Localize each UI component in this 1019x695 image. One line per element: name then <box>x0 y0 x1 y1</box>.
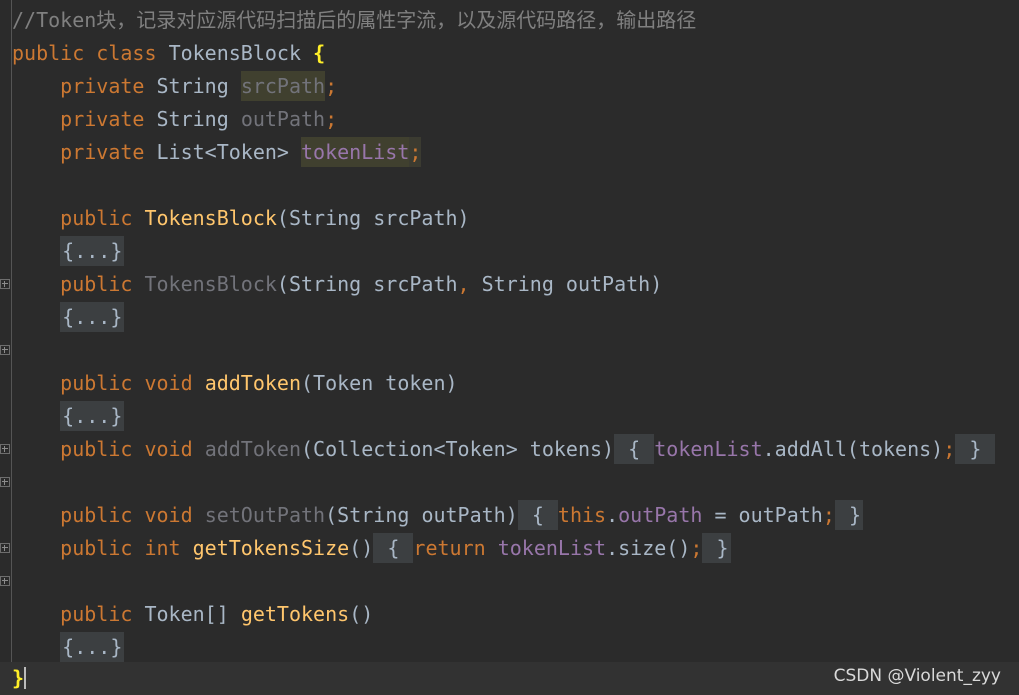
method-call: .addAll(tokens) <box>762 437 944 461</box>
keyword: private <box>60 74 145 98</box>
keyword: public <box>12 41 85 65</box>
field-name: srcPath <box>240 71 326 101</box>
method-name: getTokensSize <box>192 536 350 560</box>
code-line[interactable]: {...} <box>0 301 1019 355</box>
code-line[interactable]: public int getTokensSize() { return toke… <box>0 532 1019 586</box>
close-brace: } <box>969 437 982 461</box>
method-name: getTokens <box>240 602 350 626</box>
code-line[interactable]: public TokensBlock(String srcPath, Strin… <box>0 268 1019 301</box>
type-name: String <box>156 107 229 131</box>
field-name: tokenList <box>301 137 410 167</box>
keyword: void <box>144 437 193 461</box>
method-name: TokensBlock <box>144 206 277 230</box>
keyword: class <box>96 41 157 65</box>
code-editor[interactable]: //Token块，记录对应源代码扫描后的属性字流，以及源代码路径，输出路径 pu… <box>0 0 1019 695</box>
code-line[interactable]: private String outPath; <box>0 103 1019 136</box>
open-brace: { <box>531 503 544 527</box>
code-line[interactable]: {...} <box>0 235 1019 289</box>
type-name: String <box>156 74 229 98</box>
code-line[interactable]: private String srcPath; <box>0 70 1019 103</box>
code-line[interactable]: public void addToken(Token token) <box>0 367 1019 400</box>
parameter-list: (String srcPath) <box>276 206 470 230</box>
text-caret <box>24 667 27 689</box>
fold-expand-icon[interactable] <box>0 576 10 586</box>
folded-code-block[interactable]: {...} <box>60 401 125 431</box>
parameter-list: () <box>349 536 374 560</box>
parameter-list: (Collection<Token> tokens) <box>301 437 615 461</box>
folded-code-block[interactable]: {...} <box>60 302 125 332</box>
code-line[interactable]: private List<Token> tokenList; <box>0 136 1019 169</box>
open-brace: { <box>628 437 641 461</box>
code-line[interactable]: public void setOutPath(String outPath) {… <box>0 499 1019 553</box>
semicolon: ; <box>943 437 956 461</box>
method-name: TokensBlock <box>144 272 277 296</box>
type-name: List<Token> <box>156 140 289 164</box>
semicolon: ; <box>409 137 422 167</box>
keyword: void <box>144 503 193 527</box>
field-reference: tokenList <box>497 536 607 560</box>
semicolon: ; <box>325 74 338 98</box>
semicolon: ; <box>822 503 835 527</box>
keyword: public <box>60 437 133 461</box>
parameter-list: String outPath) <box>469 272 663 296</box>
semicolon: ; <box>690 536 703 560</box>
matched-brace: { <box>313 41 326 65</box>
semicolon: ; <box>325 107 338 131</box>
keyword: public <box>60 602 133 626</box>
field-name: outPath <box>240 107 326 131</box>
close-brace: } <box>848 503 861 527</box>
method-name: addToken <box>204 437 302 461</box>
code-line[interactable]: {...} <box>0 631 1019 685</box>
method-name: setOutPath <box>204 503 326 527</box>
keyword: this <box>557 503 607 527</box>
keyword: public <box>60 371 133 395</box>
parameter-list: (String outPath) <box>325 503 518 527</box>
dot: . <box>606 503 619 527</box>
field-reference: tokenList <box>654 437 763 461</box>
method-call: .size() <box>606 536 691 560</box>
folded-code-block[interactable]: {...} <box>60 632 125 662</box>
code-line[interactable]: public TokensBlock(String srcPath) <box>0 202 1019 235</box>
code-line[interactable]: //Token块，记录对应源代码扫描后的属性字流，以及源代码路径，输出路径 <box>0 4 1019 37</box>
close-brace: } <box>716 536 729 560</box>
code-line[interactable]: public class TokensBlock { <box>0 37 1019 70</box>
parameter-list: (Token token) <box>301 371 458 395</box>
keyword: private <box>60 140 145 164</box>
fold-expand-icon[interactable] <box>0 345 10 355</box>
type-name: Token[] <box>144 602 229 626</box>
assignment: = outPath <box>702 503 823 527</box>
code-line[interactable]: public void addToken(Collection<Token> t… <box>0 433 1019 487</box>
field-reference: outPath <box>618 503 703 527</box>
fold-expand-icon[interactable] <box>0 477 10 487</box>
keyword: public <box>60 503 133 527</box>
open-brace: { <box>387 536 400 560</box>
method-name: addToken <box>204 371 302 395</box>
comment: //Token块，记录对应源代码扫描后的属性字流，以及源代码路径，输出路径 <box>12 8 697 32</box>
keyword: public <box>60 206 133 230</box>
keyword: public <box>60 536 133 560</box>
parameter-list: (String srcPath <box>276 272 458 296</box>
keyword: int <box>144 536 181 560</box>
folded-code-block[interactable]: {...} <box>60 236 125 266</box>
watermark: CSDN @Violent_zyy <box>833 666 1001 686</box>
keyword: public <box>60 272 133 296</box>
code-line[interactable]: public Token[] getTokens() <box>0 598 1019 631</box>
keyword: return <box>413 536 486 560</box>
matched-brace: } <box>12 666 25 690</box>
keyword: private <box>60 107 145 131</box>
keyword: void <box>144 371 193 395</box>
class-name: TokensBlock <box>168 41 302 65</box>
code-line[interactable]: {...} <box>0 400 1019 454</box>
parameter-list: () <box>349 602 374 626</box>
comma: , <box>457 272 470 296</box>
